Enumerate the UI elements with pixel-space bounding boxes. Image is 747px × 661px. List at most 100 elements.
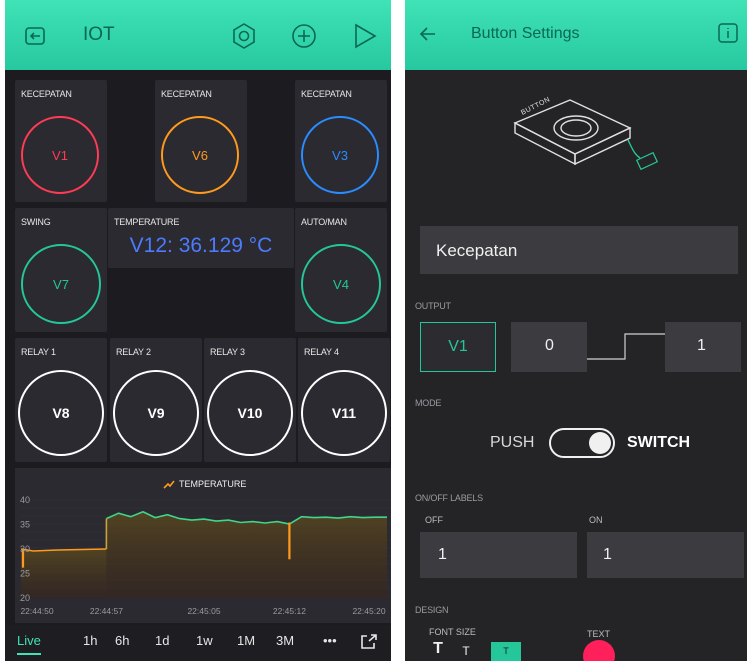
temperature-value: V12: 36.129 °C: [129, 234, 273, 257]
settings-title: Button Settings: [471, 25, 580, 42]
range-1w[interactable]: 1w: [196, 633, 213, 648]
widget-name-input[interactable]: Kecepatan: [420, 226, 738, 274]
output-pin-value: V1: [448, 338, 468, 355]
widget-label: TEMPERATURE: [114, 217, 180, 227]
chart-plot: 20 25 30 35 40 22:44:50 22:44:57 22:45:05 22:45:…: [20, 495, 391, 616]
mode-toggle[interactable]: [549, 428, 615, 458]
info-icon[interactable]: [717, 22, 739, 44]
y-tick-label: 35: [20, 520, 30, 530]
button-v3[interactable]: V3: [301, 116, 379, 194]
text-color-caption: TEXT: [587, 629, 611, 639]
temperature-chart[interactable]: TEMPERATURE 20 25 30 35 40 22:44:50 22:44:57 22…: [15, 468, 391, 623]
off-label-caption: OFF: [425, 515, 443, 525]
mode-label: MODE: [415, 398, 442, 408]
widget-kecepatan-v3[interactable]: KECEPATAN V3: [295, 80, 387, 202]
font-size-small-button[interactable]: T: [491, 642, 521, 661]
widget-label: RELAY 3: [210, 347, 245, 357]
on-label-input[interactable]: 1: [587, 532, 744, 578]
widget-label: RELAY 4: [304, 347, 339, 357]
pin-label: V8: [52, 405, 70, 421]
widget-relay-3[interactable]: RELAY 3 V10: [204, 338, 296, 462]
output-range-connector: [587, 333, 665, 360]
widget-label: SWING: [21, 217, 51, 227]
on-label-caption: ON: [589, 515, 603, 525]
widget-temperature-display[interactable]: TEMPERATURE V12: 36.129 °C: [108, 208, 294, 268]
design-heading: DESIGN: [415, 605, 449, 615]
widget-label: RELAY 2: [116, 347, 151, 357]
range-6h[interactable]: 6h: [115, 633, 129, 648]
pin-label: V10: [237, 405, 263, 421]
y-tick-label: 20: [20, 593, 30, 603]
widget-kecepatan-v6[interactable]: KECEPATAN V6: [155, 80, 247, 202]
widget-label: KECEPATAN: [161, 89, 212, 99]
back-to-projects-icon[interactable]: [23, 24, 47, 48]
time-range-bar: Live 1h 6h 1d 1w 1M 3M •••: [5, 625, 391, 661]
pin-label: V4: [333, 276, 349, 292]
pin-label: V9: [147, 405, 165, 421]
project-title: IOT: [83, 24, 115, 45]
output-label: OUTPUT: [415, 301, 451, 311]
range-3m[interactable]: 3M: [276, 633, 294, 648]
pin-label: V7: [53, 276, 69, 292]
widget-label: AUTO/MAN: [301, 217, 347, 227]
widget-kecepatan-v1[interactable]: KECEPATAN V1: [15, 80, 107, 202]
widget-relay-4[interactable]: RELAY 4 V11: [298, 338, 390, 462]
y-tick-label: 40: [20, 495, 30, 505]
back-arrow-icon[interactable]: [419, 26, 437, 42]
widget-label: KECEPATAN: [301, 89, 352, 99]
x-tick-label: 22:45:20: [352, 606, 385, 616]
range-1d[interactable]: 1d: [155, 633, 169, 648]
range-1m[interactable]: 1M: [237, 633, 255, 648]
widget-automan-v4[interactable]: AUTO/MAN V4: [295, 208, 387, 332]
add-widget-icon[interactable]: [290, 22, 318, 50]
settings-icon[interactable]: [230, 22, 258, 50]
off-label-input[interactable]: 1: [420, 532, 577, 578]
pin-label: V3: [332, 147, 348, 163]
button-v7[interactable]: V7: [21, 244, 101, 324]
play-icon[interactable]: [352, 22, 378, 50]
dashboard-screen: IOT KECEPATAN V1 KECEPATAN V6 KECEPATAN …: [5, 0, 391, 661]
output-high-input[interactable]: 1: [665, 322, 741, 372]
font-size-medium-button[interactable]: T: [455, 644, 477, 661]
mode-toggle-knob: [589, 432, 611, 454]
button-widget-illustration: [513, 99, 659, 171]
button-v1[interactable]: V1: [21, 116, 99, 194]
series-area-0: [21, 549, 107, 598]
button-v8[interactable]: V8: [18, 370, 104, 456]
x-tick-label: 22:45:12: [273, 606, 306, 616]
x-tick-label: 22:44:57: [90, 606, 123, 616]
widget-relay-1[interactable]: RELAY 1 V8: [15, 338, 107, 462]
x-tick-label: 22:45:05: [187, 606, 220, 616]
export-icon[interactable]: [360, 634, 378, 650]
mode-switch-label[interactable]: SWITCH: [627, 434, 690, 452]
widget-relay-2[interactable]: RELAY 2 V9: [110, 338, 202, 462]
font-size-large-button[interactable]: T: [427, 640, 449, 661]
x-tick-label: 22:44:50: [20, 606, 53, 616]
on-label-value: 1: [603, 546, 612, 563]
text-color-swatch[interactable]: [583, 640, 615, 661]
onoff-labels-heading: ON/OFF LABELS: [415, 493, 483, 503]
y-tick-label: 30: [20, 544, 30, 554]
button-v4[interactable]: V4: [301, 244, 381, 324]
range-live[interactable]: Live: [17, 633, 41, 655]
button-v6[interactable]: V6: [161, 116, 239, 194]
output-pin-selector[interactable]: V1: [420, 322, 496, 372]
dashboard-header: IOT: [5, 0, 391, 70]
range-more[interactable]: •••: [323, 633, 337, 648]
button-v10[interactable]: V10: [207, 370, 293, 456]
button-v9[interactable]: V9: [113, 370, 199, 456]
pin-label: V11: [331, 405, 357, 421]
widget-label: KECEPATAN: [21, 89, 72, 99]
mode-push-label[interactable]: PUSH: [490, 434, 534, 452]
widget-swing-v7[interactable]: SWING V7: [15, 208, 107, 332]
pin-label: V1: [52, 147, 68, 163]
output-low-value: 0: [545, 337, 554, 354]
output-low-input[interactable]: 0: [511, 322, 587, 372]
off-label-value: 1: [438, 546, 447, 563]
font-size-caption: FONT SIZE: [429, 627, 476, 637]
y-tick-label: 25: [20, 569, 30, 579]
widget-name-value: Kecepatan: [436, 241, 518, 260]
button-v11[interactable]: V11: [301, 370, 387, 456]
button-settings-screen: Button Settings BUTTON Kecepatan OUTPUT …: [405, 0, 747, 661]
range-1h[interactable]: 1h: [83, 633, 97, 648]
